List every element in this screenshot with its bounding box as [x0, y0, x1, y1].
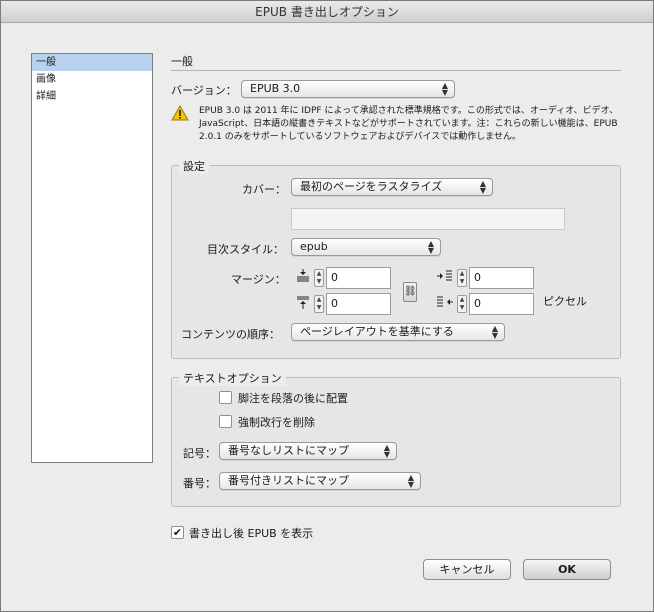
popup-arrows-icon: ▲ ▼ — [407, 473, 414, 489]
margin-link-icon[interactable]: ⛓ — [403, 282, 417, 302]
cover-image-path-field[interactable] — [291, 208, 565, 230]
toc-style-select-value: epub — [300, 240, 328, 253]
category-list: 一般 画像 詳細 — [31, 53, 153, 463]
bullets-select-value: 番号なしリストにマップ — [228, 444, 349, 457]
margin-bottom-stepper[interactable]: ▲ ▼ — [314, 295, 324, 313]
section-divider — [171, 70, 621, 71]
content-order-select-value: ページレイアウトを基準にする — [300, 325, 454, 338]
cover-select-value: 最初のページをラスタライズ — [300, 180, 443, 193]
margin-top-icon — [296, 269, 310, 285]
margin-left-field[interactable]: 0 — [469, 267, 534, 289]
popup-arrows-icon: ▲ ▼ — [441, 81, 448, 97]
section-title: 一般 — [171, 55, 193, 68]
toc-style-label: 目次スタイル： — [207, 243, 284, 256]
cancel-button[interactable]: キャンセル — [423, 559, 511, 580]
bullets-select[interactable]: 番号なしリストにマップ ▲ ▼ — [219, 442, 397, 460]
epub-export-options-dialog: EPUB 書き出しオプション 一般 画像 詳細 一般 バージョン： EPUB 3… — [0, 0, 654, 612]
content-order-label: コンテンツの順序： — [181, 328, 280, 341]
margin-bottom-icon — [296, 295, 310, 311]
popup-arrows-icon: ▲ ▼ — [479, 179, 486, 195]
numbers-select[interactable]: 番号付きリストにマップ ▲ ▼ — [219, 472, 421, 490]
numbers-label: 番号： — [183, 477, 216, 490]
margin-right-icon — [437, 295, 453, 311]
popup-arrows-icon: ▲ ▼ — [491, 324, 498, 340]
margin-left-icon — [437, 269, 452, 285]
margin-label: マージン： — [231, 273, 286, 286]
margin-top-stepper[interactable]: ▲ ▼ — [314, 269, 324, 287]
view-after-export-label: 書き出し後 EPUB を表示 — [189, 527, 314, 540]
bullets-label: 記号： — [183, 447, 216, 460]
version-select-value: EPUB 3.0 — [250, 82, 301, 95]
version-label: バージョン： — [171, 84, 237, 97]
sidebar-item-images[interactable]: 画像 — [32, 71, 152, 88]
view-after-export-checkbox[interactable]: ✔ — [171, 526, 184, 539]
ok-button[interactable]: OK — [523, 559, 611, 580]
text-options-group-title: テキストオプション — [179, 370, 286, 386]
cover-select[interactable]: 最初のページをラスタライズ ▲ ▼ — [291, 178, 493, 196]
popup-arrows-icon: ▲ ▼ — [383, 443, 390, 459]
sidebar-item-advanced[interactable]: 詳細 — [32, 88, 152, 105]
sidebar-item-general[interactable]: 一般 — [32, 54, 152, 71]
version-select[interactable]: EPUB 3.0 ▲ ▼ — [241, 80, 455, 98]
remove-forced-breaks-label: 強制改行を削除 — [238, 416, 315, 429]
footnote-label: 脚注を段落の後に配置 — [238, 392, 348, 405]
cover-label: カバー： — [242, 183, 286, 196]
window-title: EPUB 書き出しオプション — [1, 1, 653, 23]
footnote-checkbox[interactable] — [219, 391, 232, 404]
remove-forced-breaks-checkbox[interactable] — [219, 415, 232, 428]
margin-left-stepper[interactable]: ▲ ▼ — [457, 269, 467, 287]
numbers-select-value: 番号付きリストにマップ — [228, 474, 349, 487]
margin-right-stepper[interactable]: ▲ ▼ — [457, 295, 467, 313]
warning-icon — [171, 105, 189, 121]
margin-unit-label: ピクセル — [543, 295, 587, 308]
settings-group-title: 設定 — [179, 158, 209, 174]
margin-bottom-field[interactable]: 0 — [326, 293, 391, 315]
popup-arrows-icon: ▲ ▼ — [427, 239, 434, 255]
margin-right-field[interactable]: 0 — [469, 293, 534, 315]
content-order-select[interactable]: ページレイアウトを基準にする ▲ ▼ — [291, 323, 505, 341]
version-warning-text: EPUB 3.0 は 2011 年に IDPF によって承認された標準規格です。… — [199, 106, 619, 142]
margin-top-field[interactable]: 0 — [326, 267, 391, 289]
toc-style-select[interactable]: epub ▲ ▼ — [291, 238, 441, 256]
